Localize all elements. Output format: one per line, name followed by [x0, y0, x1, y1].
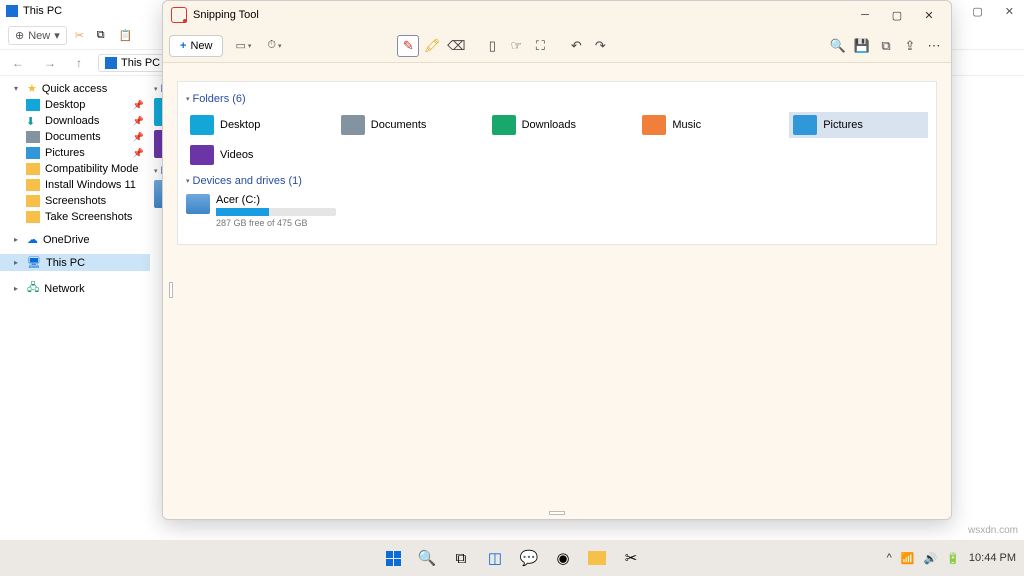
- minimize-button[interactable]: ─: [851, 5, 879, 25]
- snipping-tool-icon: [171, 7, 187, 23]
- new-button[interactable]: ⊕ New ▾: [8, 26, 67, 45]
- cap-documents: Documents: [337, 112, 476, 138]
- address-bar[interactable]: This PC: [98, 54, 167, 72]
- clock[interactable]: 10:44 PM: [969, 552, 1016, 564]
- widgets-icon[interactable]: ◫: [480, 543, 510, 573]
- explorer-title-text: This PC: [23, 5, 62, 17]
- new-snip-button[interactable]: +New: [169, 35, 223, 57]
- sidebar-pictures[interactable]: Pictures📌: [0, 145, 150, 161]
- address-text: This PC: [121, 57, 160, 69]
- highlighter-icon[interactable]: 🖍: [421, 35, 443, 57]
- copy-snip-icon[interactable]: ⧉: [875, 35, 897, 57]
- search-icon[interactable]: 🔍: [412, 543, 442, 573]
- cap-downloads: Downloads: [488, 112, 627, 138]
- sidebar-install[interactable]: Install Windows 11: [0, 177, 150, 193]
- touch-icon[interactable]: ☞: [505, 35, 527, 57]
- sidebar-this-pc[interactable]: ▸🖥This PC: [0, 254, 150, 271]
- cap-folders-header: Folders (6): [186, 90, 928, 108]
- drive-free-text: 287 GB free of 475 GB: [216, 218, 336, 228]
- snip-toolbar: +New ▭▾ ⏱▾ ✎ 🖍 ⌫ ▯ ☞ ⛶ ↶ ↷ 🔍 💾 ⧉ ⇪ ⋯: [163, 29, 951, 63]
- cap-pictures: Pictures: [789, 112, 928, 138]
- pc-icon: [105, 57, 117, 69]
- ruler-icon[interactable]: ▯: [481, 35, 503, 57]
- chat-icon[interactable]: 💬: [514, 543, 544, 573]
- watermark: wsxdn.com: [968, 525, 1018, 536]
- redo-icon[interactable]: ↷: [589, 35, 611, 57]
- volume-icon[interactable]: 🔊: [924, 552, 938, 565]
- ballpoint-pen-icon[interactable]: ✎: [397, 35, 419, 57]
- explorer-taskbar-icon[interactable]: [582, 543, 612, 573]
- sidebar-desktop[interactable]: Desktop📌: [0, 97, 150, 113]
- cap-videos: Videos: [186, 142, 326, 168]
- sidebar-documents[interactable]: Documents📌: [0, 129, 150, 145]
- battery-icon[interactable]: 🔋: [946, 552, 960, 565]
- sidebar-onedrive[interactable]: ▸☁OneDrive: [0, 231, 150, 248]
- zoom-icon[interactable]: 🔍: [827, 35, 849, 57]
- resize-handle-bottom[interactable]: [549, 511, 565, 515]
- more-icon[interactable]: ⋯: [923, 35, 945, 57]
- delay-dropdown[interactable]: ⏱▾: [263, 36, 285, 55]
- sidebar-screenshots[interactable]: Screenshots: [0, 193, 150, 209]
- copy-icon[interactable]: ⧉: [97, 29, 111, 43]
- sidebar-take-ss[interactable]: Take Screenshots: [0, 209, 150, 225]
- cap-devices-header: Devices and drives (1): [186, 172, 928, 190]
- undo-icon[interactable]: ↶: [565, 35, 587, 57]
- snip-canvas[interactable]: Folders (6) Desktop Documents Downloads …: [163, 63, 951, 519]
- drive-icon: [186, 194, 210, 214]
- back-button[interactable]: ←: [8, 54, 28, 72]
- close-button[interactable]: ✕: [915, 5, 943, 25]
- snipping-tool-window: Snipping Tool ─ ▢ ✕ +New ▭▾ ⏱▾ ✎ 🖍 ⌫ ▯ ☞…: [162, 0, 952, 520]
- start-button[interactable]: [378, 543, 408, 573]
- drive-name: Acer (C:): [216, 194, 336, 206]
- maximize-button[interactable]: ▢: [883, 5, 911, 25]
- drive-usage-bar: [216, 208, 336, 216]
- cap-music: Music: [638, 112, 777, 138]
- share-icon[interactable]: ⇪: [899, 35, 921, 57]
- sidebar-compat[interactable]: Compatibility Mode: [0, 161, 150, 177]
- bg-maximize[interactable]: ▢: [968, 3, 986, 20]
- paste-icon[interactable]: 📋: [119, 29, 133, 43]
- snip-title-text: Snipping Tool: [193, 9, 259, 21]
- save-icon[interactable]: 💾: [851, 35, 873, 57]
- cut-icon[interactable]: ✂: [75, 29, 89, 43]
- sidebar-quick-access[interactable]: ▾★Quick access: [0, 80, 150, 97]
- taskview-icon[interactable]: ⧉: [446, 543, 476, 573]
- this-pc-icon: [6, 5, 18, 17]
- wifi-icon[interactable]: 📶: [901, 552, 915, 565]
- sidebar-downloads[interactable]: ⬇Downloads📌: [0, 113, 150, 129]
- explorer-sidebar: ▾★Quick access Desktop📌 ⬇Downloads📌 Docu…: [0, 76, 150, 550]
- resize-handle-left[interactable]: [169, 282, 173, 298]
- crop-icon[interactable]: ⛶: [529, 35, 551, 57]
- chrome-icon[interactable]: ◉: [548, 543, 578, 573]
- captured-image: Folders (6) Desktop Documents Downloads …: [177, 81, 937, 245]
- bg-close[interactable]: ✕: [1001, 3, 1018, 20]
- forward-button[interactable]: →: [40, 54, 60, 72]
- cap-desktop: Desktop: [186, 112, 325, 138]
- up-button[interactable]: ↑: [72, 54, 86, 72]
- tray-chevron-icon[interactable]: ^: [887, 552, 892, 564]
- snipping-taskbar-icon[interactable]: ✂: [616, 543, 646, 573]
- snip-mode-dropdown[interactable]: ▭▾: [231, 36, 255, 55]
- eraser-icon[interactable]: ⌫: [445, 35, 467, 57]
- snip-titlebar[interactable]: Snipping Tool ─ ▢ ✕: [163, 1, 951, 29]
- taskbar: 🔍 ⧉ ◫ 💬 ◉ ✂ ^ 📶 🔊 🔋 10:44 PM: [0, 540, 1024, 576]
- cap-drive-c: Acer (C:) 287 GB free of 475 GB: [186, 194, 928, 228]
- sidebar-network[interactable]: ▸🖧Network: [0, 277, 150, 300]
